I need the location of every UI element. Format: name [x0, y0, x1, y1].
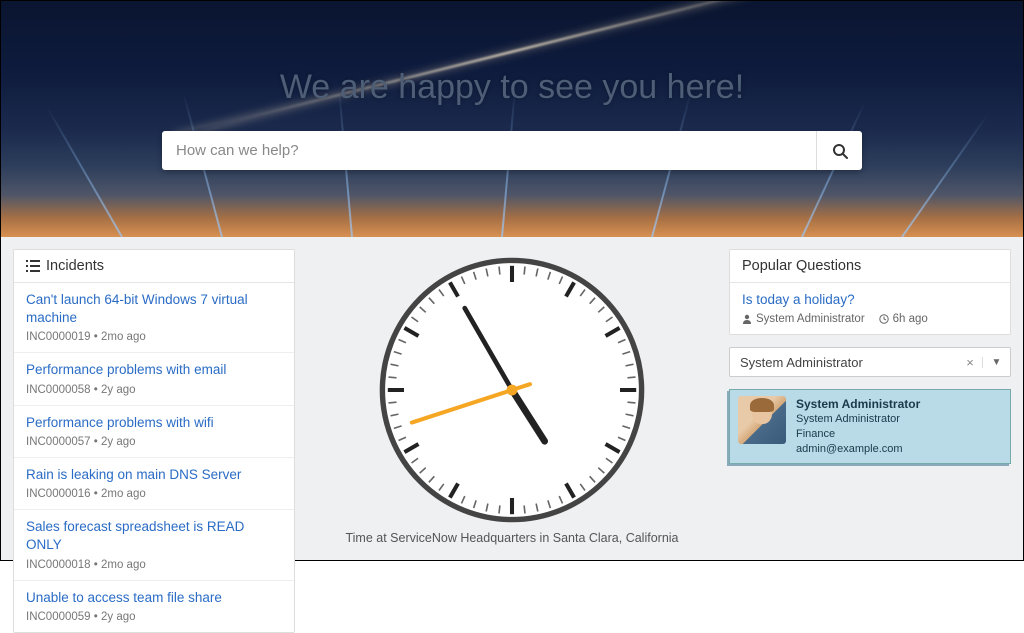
user-select[interactable]: System Administrator × ▼	[729, 347, 1011, 377]
question-item: Is today a holiday? System Administrator…	[730, 283, 1010, 334]
incident-meta: INC0000059 • 2y ago	[26, 611, 282, 623]
incident-item: Performance problems with wifi INC0000057…	[14, 406, 294, 458]
incident-link[interactable]: Sales forecast spreadsheet is READ ONLY	[26, 518, 282, 554]
search-button[interactable]	[816, 131, 862, 170]
user-email: admin@example.com	[796, 442, 920, 457]
search-icon	[832, 143, 848, 159]
user-select-value: System Administrator	[740, 355, 958, 370]
user-dept: Finance	[796, 427, 920, 442]
incident-meta: INC0000058 • 2y ago	[26, 384, 282, 396]
analog-clock	[377, 255, 647, 525]
incident-item: Performance problems with email INC000005…	[14, 353, 294, 405]
incident-link[interactable]: Can't launch 64-bit Windows 7 virtual ma…	[26, 291, 282, 327]
incident-meta: INC0000018 • 2mo ago	[26, 559, 282, 571]
incident-link[interactable]: Rain is leaking on main DNS Server	[26, 466, 282, 484]
user-icon: System Administrator	[742, 313, 865, 325]
question-link[interactable]: Is today a holiday?	[742, 291, 998, 309]
hero-banner: We are happy to see you here!	[1, 1, 1023, 237]
hero-title: We are happy to see you here!	[280, 68, 744, 107]
incidents-header-label: Incidents	[46, 258, 104, 274]
user-role: System Administrator	[796, 412, 920, 427]
incident-meta: INC0000016 • 2mo ago	[26, 488, 282, 500]
avatar	[738, 396, 786, 444]
question-meta: System Administrator 6h ago	[742, 313, 998, 325]
chevron-down-icon[interactable]: ▼	[982, 357, 1010, 368]
incidents-panel: Incidents Can't launch 64-bit Windows 7 …	[13, 249, 295, 633]
incident-meta: INC0000019 • 2mo ago	[26, 331, 282, 343]
clock-icon: 6h ago	[879, 313, 928, 325]
clear-icon[interactable]: ×	[958, 355, 982, 370]
questions-header-label: Popular Questions	[742, 258, 861, 274]
clock-caption: Time at ServiceNow Headquarters in Santa…	[345, 531, 678, 545]
incidents-header: Incidents	[14, 250, 294, 283]
incident-item: Can't launch 64-bit Windows 7 virtual ma…	[14, 283, 294, 353]
incident-link[interactable]: Performance problems with wifi	[26, 414, 282, 432]
list-icon	[26, 260, 40, 272]
incident-link[interactable]: Unable to access team file share	[26, 589, 282, 607]
incident-item: Unable to access team file share INC00000…	[14, 581, 294, 632]
search-input[interactable]	[162, 131, 816, 170]
incident-link[interactable]: Performance problems with email	[26, 361, 282, 379]
user-card: System Administrator System Administrato…	[729, 389, 1011, 464]
incident-item: Sales forecast spreadsheet is READ ONLY I…	[14, 510, 294, 580]
questions-panel: Popular Questions Is today a holiday? Sy…	[729, 249, 1011, 335]
search-bar	[162, 131, 862, 170]
user-name: System Administrator	[796, 396, 920, 412]
incident-meta: INC0000057 • 2y ago	[26, 436, 282, 448]
incident-item: Rain is leaking on main DNS Server INC000…	[14, 458, 294, 510]
questions-header: Popular Questions	[730, 250, 1010, 283]
